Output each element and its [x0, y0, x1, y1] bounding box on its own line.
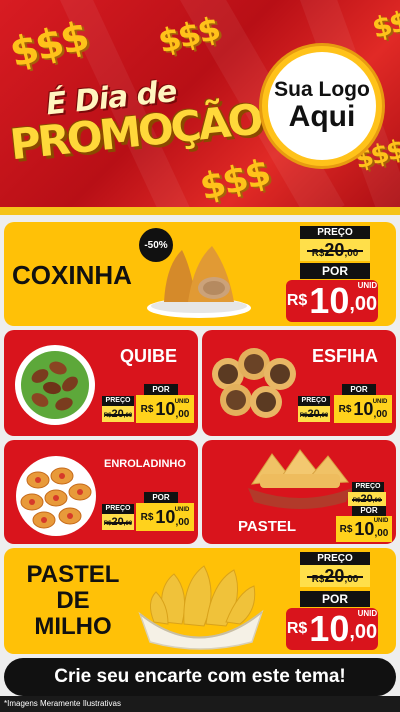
- product-name: ESFIHA: [312, 346, 379, 366]
- dollar-sign-decoration: $$$: [5, 13, 92, 77]
- product-name: QUIBE: [120, 346, 178, 366]
- new-price: R$ 10 UNID ,00: [136, 395, 194, 423]
- promo-title: É Dia de PROMOÇÃO: [5, 65, 272, 169]
- old-price: R$20,00: [300, 239, 370, 261]
- coxinha-image: [147, 246, 251, 318]
- old-price: R$20,00: [102, 514, 134, 530]
- new-price: R$ 10 UNID ,00: [334, 395, 392, 423]
- new-price: R$ 10 UNID ,00: [136, 503, 194, 531]
- product-name: PASTEL DE MILHO: [26, 562, 120, 640]
- old-price: R$20,00: [348, 492, 386, 506]
- label-por: POR: [144, 384, 178, 395]
- strikethrough-line: [301, 414, 327, 416]
- esfiha-image: [212, 348, 296, 418]
- unit-label: UNID: [357, 281, 378, 290]
- product-card-coxinha[interactable]: COXINHA -50% PREÇO R$20,00 POR R$ 10 UNI…: [4, 222, 396, 326]
- label-por: POR: [342, 384, 376, 395]
- product-card-pastel[interactable]: PASTEL PREÇO R$20,00 POR R$ 10 UNID,00: [202, 440, 396, 544]
- quibe-image: [15, 345, 95, 425]
- label-por: POR: [144, 492, 178, 503]
- new-price-currency: R$: [286, 292, 308, 309]
- product-name: ENROLADINHO: [104, 458, 186, 470]
- enroladinho-image: [16, 456, 96, 536]
- product-card-enroladinho[interactable]: ENROLADINHO PREÇO R$20,00 POR R$ 10 UNID…: [4, 440, 198, 544]
- cta-button[interactable]: Crie seu encarte com este tema!: [4, 658, 396, 696]
- strikethrough-line: [105, 414, 131, 416]
- label-preco: PREÇO: [298, 396, 330, 406]
- label-preco: PREÇO: [300, 552, 370, 565]
- product-card-pastel-de-milho[interactable]: PASTEL DE MILHO PREÇO R$20,00 POR R$ 10 …: [4, 548, 396, 654]
- pastel-de-milho-image: [138, 565, 264, 650]
- product-name-line2: DE: [56, 587, 90, 614]
- product-card-esfiha[interactable]: ESFIHA PREÇO R$20,00 POR R$ 10 UNID,00: [202, 330, 396, 436]
- strikethrough-line: [351, 499, 383, 501]
- logo-text-line1: Sua Logo: [274, 78, 370, 101]
- disclaimer-text: *Imagens Meramente Ilustrativas: [4, 699, 121, 708]
- dollar-sign-decoration: $$$: [196, 152, 274, 209]
- label-por: POR: [300, 263, 370, 279]
- new-price: R$ 10 UNID ,00: [286, 280, 378, 322]
- header-banner: $$$ $$$ $$$ $$$ $$$ É Dia de PROMOÇÃO Su…: [0, 0, 400, 215]
- old-price: R$20,00: [298, 406, 330, 422]
- strikethrough-line: [307, 576, 363, 578]
- product-name: COXINHA: [12, 260, 132, 290]
- product-card-quibe[interactable]: QUIBE PREÇO R$20,00 POR R$ 10 UNID,00: [4, 330, 198, 436]
- pastel-image: [248, 449, 352, 509]
- product-name-line3: MILHO: [34, 613, 112, 640]
- new-price: R$ 10 UNID ,00: [336, 516, 392, 542]
- label-preco: PREÇO: [102, 504, 134, 514]
- label-preco: PREÇO: [352, 482, 384, 492]
- label-preco: PREÇO: [300, 226, 370, 239]
- strikethrough-line: [105, 522, 131, 524]
- label-por: POR: [300, 591, 370, 607]
- label-por: POR: [352, 506, 386, 516]
- logo-placeholder[interactable]: Sua Logo Aqui: [262, 46, 382, 166]
- new-price-int: 10: [309, 280, 350, 321]
- dollar-sign-decoration: $$$: [368, 0, 400, 45]
- strikethrough-line: [307, 250, 363, 252]
- old-price: R$20,00: [102, 406, 134, 422]
- new-price: R$ 10 UNID ,00: [286, 608, 378, 650]
- logo-text-line2: Aqui: [288, 100, 356, 133]
- product-name: PASTEL: [238, 518, 297, 535]
- product-name-line1: PASTEL: [26, 561, 120, 588]
- label-preco: PREÇO: [102, 396, 134, 406]
- new-price-dec: UNID ,00: [349, 281, 378, 315]
- old-price: R$20,00: [300, 565, 370, 587]
